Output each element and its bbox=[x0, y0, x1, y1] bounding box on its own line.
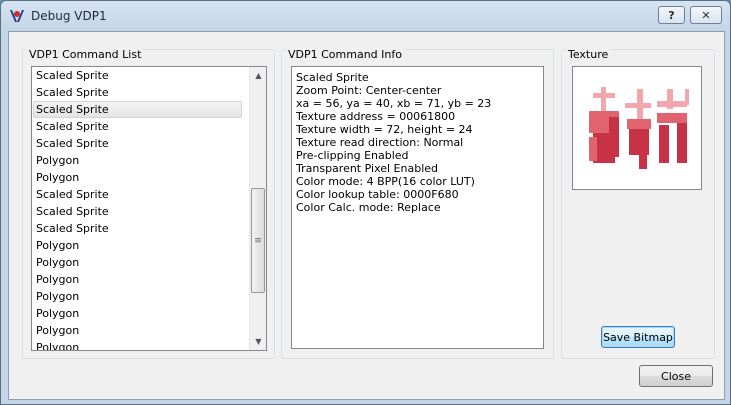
list-item[interactable]: Polygon bbox=[32, 169, 244, 186]
list-item[interactable]: Scaled Sprite bbox=[32, 220, 244, 237]
texture-preview bbox=[572, 66, 702, 190]
list-item[interactable]: Scaled Sprite bbox=[32, 84, 244, 101]
command-list-title: VDP1 Command List bbox=[27, 48, 144, 61]
list-item[interactable]: Polygon bbox=[32, 305, 244, 322]
info-line: Color Calc. mode: Replace bbox=[296, 201, 441, 214]
texture-pixel bbox=[609, 117, 619, 157]
info-line: Texture width = 72, height = 24 bbox=[296, 123, 473, 136]
list-item[interactable]: Scaled Sprite bbox=[32, 135, 244, 152]
list-item[interactable]: Scaled Sprite bbox=[33, 101, 242, 118]
list-item[interactable]: Scaled Sprite bbox=[32, 203, 244, 220]
list-item[interactable]: Polygon bbox=[32, 339, 244, 350]
texture-pixel bbox=[685, 89, 689, 105]
title-bar[interactable]: Debug VDP1 ? ✕ bbox=[1, 1, 730, 31]
debug-window: Debug VDP1 ? ✕ VDP1 Command List VDP1 Co… bbox=[0, 0, 731, 405]
command-info-text: Scaled Sprite Zoom Point: Center-center xa… bbox=[291, 66, 544, 349]
texture-pixel bbox=[637, 89, 643, 119]
info-line: Pre-clipping Enabled bbox=[296, 149, 409, 162]
texture-pixel bbox=[667, 89, 673, 109]
info-line: Texture address = 00061800 bbox=[296, 110, 456, 123]
info-line: Scaled Sprite bbox=[296, 71, 369, 84]
list-item[interactable]: Polygon bbox=[32, 271, 244, 288]
list-item[interactable]: Polygon bbox=[32, 288, 244, 305]
texture-image bbox=[589, 87, 689, 169]
command-listbox[interactable]: Scaled Sprite Scaled Sprite Scaled Sprite S… bbox=[31, 66, 267, 351]
info-line: xa = 56, ya = 40, xb = 71, yb = 23 bbox=[296, 97, 492, 110]
texture-pixel bbox=[589, 137, 597, 161]
list-item[interactable]: Polygon bbox=[32, 152, 244, 169]
info-line: Color mode: 4 BPP(16 color LUT) bbox=[296, 175, 475, 188]
list-item[interactable]: Scaled Sprite bbox=[32, 67, 244, 84]
texture-title: Texture bbox=[566, 48, 611, 61]
window-close-button[interactable]: ✕ bbox=[690, 6, 722, 24]
info-line: Transparent Pixel Enabled bbox=[296, 162, 439, 175]
dialog-client-area: VDP1 Command List VDP1 Command Info Text… bbox=[8, 31, 725, 400]
texture-pixel bbox=[627, 119, 651, 129]
save-bitmap-button[interactable]: Save Bitmap bbox=[601, 326, 675, 348]
list-item[interactable]: Polygon bbox=[32, 322, 244, 339]
info-line: Texture read direction: Normal bbox=[296, 136, 464, 149]
list-item[interactable]: Scaled Sprite bbox=[32, 118, 244, 135]
list-item[interactable]: Polygon bbox=[32, 237, 244, 254]
texture-pixel bbox=[639, 155, 647, 169]
texture-pixel bbox=[629, 129, 649, 155]
command-info-title: VDP1 Command Info bbox=[286, 48, 404, 61]
list-item[interactable]: Polygon bbox=[32, 254, 244, 271]
window-title: Debug VDP1 bbox=[31, 9, 107, 23]
texture-pixel bbox=[657, 113, 687, 123]
close-button[interactable]: Close bbox=[639, 365, 713, 387]
texture-pixel bbox=[659, 125, 669, 163]
list-scrollbar[interactable]: ▲ ≡ ▼ bbox=[249, 67, 266, 350]
help-button[interactable]: ? bbox=[658, 6, 685, 24]
scroll-down-arrow-icon[interactable]: ▼ bbox=[250, 333, 266, 350]
scroll-thumb[interactable]: ≡ bbox=[251, 188, 265, 293]
app-icon bbox=[10, 10, 24, 22]
texture-pixel bbox=[677, 123, 687, 163]
scroll-up-arrow-icon[interactable]: ▲ bbox=[250, 67, 266, 84]
info-line: Zoom Point: Center-center bbox=[296, 84, 442, 97]
info-line: Color lookup table: 0000F680 bbox=[296, 188, 459, 201]
list-item[interactable]: Scaled Sprite bbox=[32, 186, 244, 203]
